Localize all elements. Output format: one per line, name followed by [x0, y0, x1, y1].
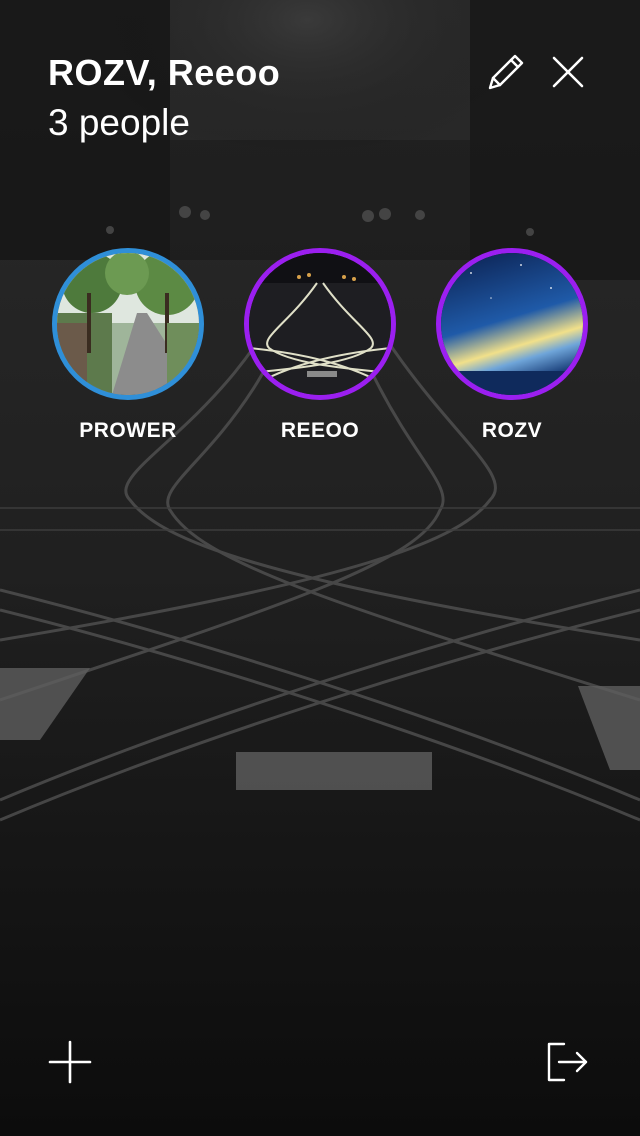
- member-reeoo[interactable]: REEOO: [240, 248, 400, 443]
- member-prower[interactable]: PROWER: [48, 248, 208, 443]
- member-rozv[interactable]: ROZV: [432, 248, 592, 443]
- member-name: ROZV: [481, 419, 543, 442]
- avatar: [52, 248, 204, 400]
- member-name: REEOO: [280, 419, 360, 442]
- background-photo: [0, 0, 640, 1136]
- conversation-title: ROZV, Reeoo: [48, 52, 281, 93]
- pencil-icon[interactable]: [484, 50, 528, 94]
- plus-icon[interactable]: [48, 1040, 92, 1084]
- close-icon[interactable]: [546, 50, 590, 94]
- participant-count: 3 people: [48, 102, 190, 143]
- conversation-info-screen: ROZV, Reeoo 3 people PROWER REEOO ROZV: [0, 0, 640, 1136]
- member-name: PROWER: [79, 419, 177, 442]
- exit-icon[interactable]: [544, 1040, 588, 1084]
- avatar: [244, 248, 396, 400]
- avatar: [436, 248, 588, 400]
